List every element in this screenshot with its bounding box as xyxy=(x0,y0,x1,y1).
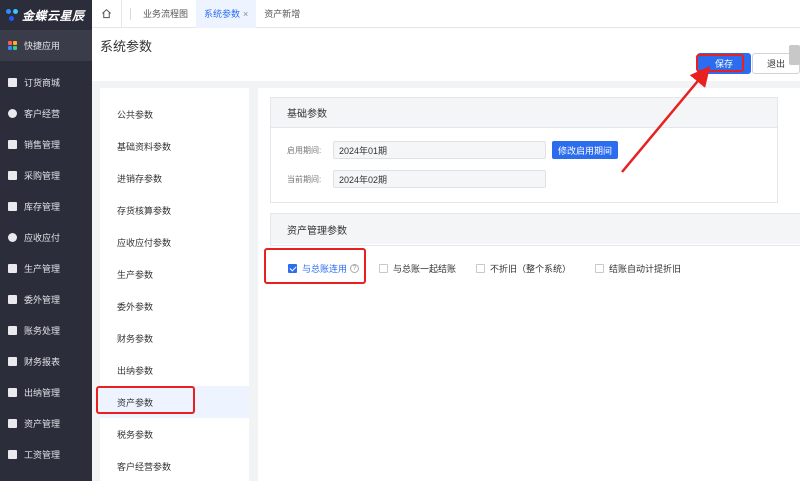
tab-bar: 业务流程图 系统参数 × 资产新增 xyxy=(92,0,800,28)
nav-item-outsource[interactable]: 委外参数 xyxy=(100,290,249,322)
option-label: 不折旧（整个系统） xyxy=(490,264,572,274)
option-label: 与总账连用 xyxy=(302,264,348,274)
sidebar-item-label: 账务处理 xyxy=(24,326,61,336)
tab-business-flow[interactable]: 业务流程图 xyxy=(135,0,196,28)
close-icon[interactable]: × xyxy=(243,9,248,19)
start-period-label: 启用期间: xyxy=(287,145,322,155)
bag-icon xyxy=(8,78,17,87)
sidebar-item-assets[interactable]: 资产管理 xyxy=(0,408,92,439)
sidebar-item-label: 销售管理 xyxy=(24,140,61,150)
tab-label: 系统参数 xyxy=(204,9,241,19)
sidebar-item-ledger[interactable]: 账务处理 xyxy=(0,315,92,346)
nav-item-receivable[interactable]: 应收应付参数 xyxy=(100,226,249,258)
sidebar-item-label: 委外管理 xyxy=(24,295,61,305)
sidebar-item-receivable[interactable]: 应收应付 xyxy=(0,222,92,253)
section-title: 基础参数 xyxy=(271,98,777,128)
sidebar-item-label: 工资管理 xyxy=(24,450,61,460)
warehouse-icon xyxy=(8,202,17,211)
sidebar-item-purchase[interactable]: 采购管理 xyxy=(0,160,92,191)
sidebar-item-production[interactable]: 生产管理 xyxy=(0,253,92,284)
checkbox-icon[interactable] xyxy=(595,264,604,273)
home-icon xyxy=(102,8,111,19)
home-button[interactable] xyxy=(92,0,122,28)
save-button[interactable]: 保存 xyxy=(697,53,751,74)
outsource-icon xyxy=(8,295,17,304)
sidebar-item-label: 快捷应用 xyxy=(24,41,61,51)
scrollbar-thumb[interactable] xyxy=(789,45,800,65)
chart-icon xyxy=(8,140,17,149)
start-period-input[interactable] xyxy=(333,141,546,159)
sidebar-item-sales[interactable]: 销售管理 xyxy=(0,129,92,160)
nav-item-production[interactable]: 生产参数 xyxy=(100,258,249,290)
current-period-label: 当前期间: xyxy=(287,174,322,184)
sidebar-item-label: 采购管理 xyxy=(24,171,61,181)
nav-item-sales-inventory[interactable]: 进销存参数 xyxy=(100,162,249,194)
checkbox-checked-icon[interactable] xyxy=(288,264,297,273)
param-content: 基础参数 启用期间: 修改启用期间 当前期间: 资产管理参数 与总账连用 ? 与… xyxy=(258,88,800,481)
nav-item-basic-data[interactable]: 基础资料参数 xyxy=(100,130,249,162)
logo-icon xyxy=(6,9,18,21)
checkbox-icon[interactable] xyxy=(379,264,388,273)
nav-item-customer[interactable]: 客户经营参数 xyxy=(100,450,249,481)
tab-asset-add[interactable]: 资产新增 xyxy=(256,0,308,28)
tab-system-params[interactable]: 系统参数 × xyxy=(196,0,257,28)
checkbox-icon[interactable] xyxy=(476,264,485,273)
option-no-depreciation[interactable]: 不折旧（整个系统） xyxy=(476,262,571,275)
brand-name: 金蝶云星辰 xyxy=(22,8,85,23)
sidebar-item-outsource[interactable]: 委外管理 xyxy=(0,284,92,315)
sidebar-item-customer[interactable]: 客户经营 xyxy=(0,98,92,129)
sidebar-item-inventory[interactable]: 库存管理 xyxy=(0,191,92,222)
nav-item-cashier[interactable]: 出纳参数 xyxy=(100,354,249,386)
page-title: 系统参数 xyxy=(100,39,153,54)
start-period-row: 启用期间: 修改启用期间 xyxy=(287,141,619,159)
grid-icon xyxy=(8,41,17,50)
option-label: 结账自动计提折旧 xyxy=(609,264,682,274)
ledger-icon xyxy=(8,326,17,335)
section-title: 资产管理参数 xyxy=(271,214,800,244)
help-icon[interactable]: ? xyxy=(350,264,360,273)
param-category-nav: 公共参数 基础资料参数 进销存参数 存货核算参数 应收应付参数 生产参数 委外参… xyxy=(100,88,249,481)
nav-item-tax[interactable]: 税务参数 xyxy=(100,418,249,450)
sidebar-item-label: 出纳管理 xyxy=(24,388,61,398)
option-auto-depreciation[interactable]: 结账自动计提折旧 xyxy=(595,262,681,275)
nav-item-public[interactable]: 公共参数 xyxy=(100,98,249,130)
money-icon xyxy=(8,233,17,242)
option-ledger-link[interactable]: 与总账连用 ? xyxy=(288,262,360,275)
sidebar-item-label: 财务报表 xyxy=(24,357,61,367)
modify-period-button[interactable]: 修改启用期间 xyxy=(552,141,619,159)
nav-item-asset[interactable]: 资产参数 xyxy=(100,386,249,418)
sidebar-item-salary[interactable]: 工资管理 xyxy=(0,439,92,470)
brand-logo: 金蝶云星辰 xyxy=(0,0,92,30)
sidebar-item-label: 库存管理 xyxy=(24,202,61,212)
report-icon xyxy=(8,357,17,366)
sidebar-item-label: 生产管理 xyxy=(24,264,61,274)
nav-item-finance[interactable]: 财务参数 xyxy=(100,322,249,354)
page-header: 系统参数 保存 退出 xyxy=(92,28,800,81)
tab-separator xyxy=(130,7,131,20)
sidebar-item-reports[interactable]: 财务报表 xyxy=(0,346,92,377)
basic-params-section: 基础参数 启用期间: 修改启用期间 当前期间: xyxy=(270,97,778,203)
main-sidebar: 金蝶云星辰 快捷应用 订货商城 客户经营 销售管理 采购管理 库存管理 应收应付… xyxy=(0,0,92,481)
cart-icon xyxy=(8,171,17,180)
sidebar-item-quick-apps[interactable]: 快捷应用 xyxy=(0,30,92,61)
asset-icon xyxy=(8,419,17,428)
current-period-input[interactable] xyxy=(333,170,546,188)
sidebar-item-order-mall[interactable]: 订货商城 xyxy=(0,67,92,98)
sidebar-item-label: 客户经营 xyxy=(24,109,61,119)
tab-label: 业务流程图 xyxy=(143,9,189,19)
factory-icon xyxy=(8,264,17,273)
salary-icon xyxy=(8,450,17,459)
nav-item-inventory-costing[interactable]: 存货核算参数 xyxy=(100,194,249,226)
asset-params-section: 资产管理参数 xyxy=(270,213,800,246)
sidebar-item-label: 应收应付 xyxy=(24,233,61,243)
option-label: 与总账一起结账 xyxy=(393,264,457,274)
cashier-icon xyxy=(8,388,17,397)
option-close-with-ledger[interactable]: 与总账一起结账 xyxy=(379,262,456,275)
user-icon xyxy=(8,109,17,118)
sidebar-item-label: 订货商城 xyxy=(24,78,61,88)
sidebar-item-cashier[interactable]: 出纳管理 xyxy=(0,377,92,408)
current-period-row: 当前期间: xyxy=(287,170,546,188)
sidebar-item-label: 资产管理 xyxy=(24,419,61,429)
tab-label: 资产新增 xyxy=(264,9,301,19)
